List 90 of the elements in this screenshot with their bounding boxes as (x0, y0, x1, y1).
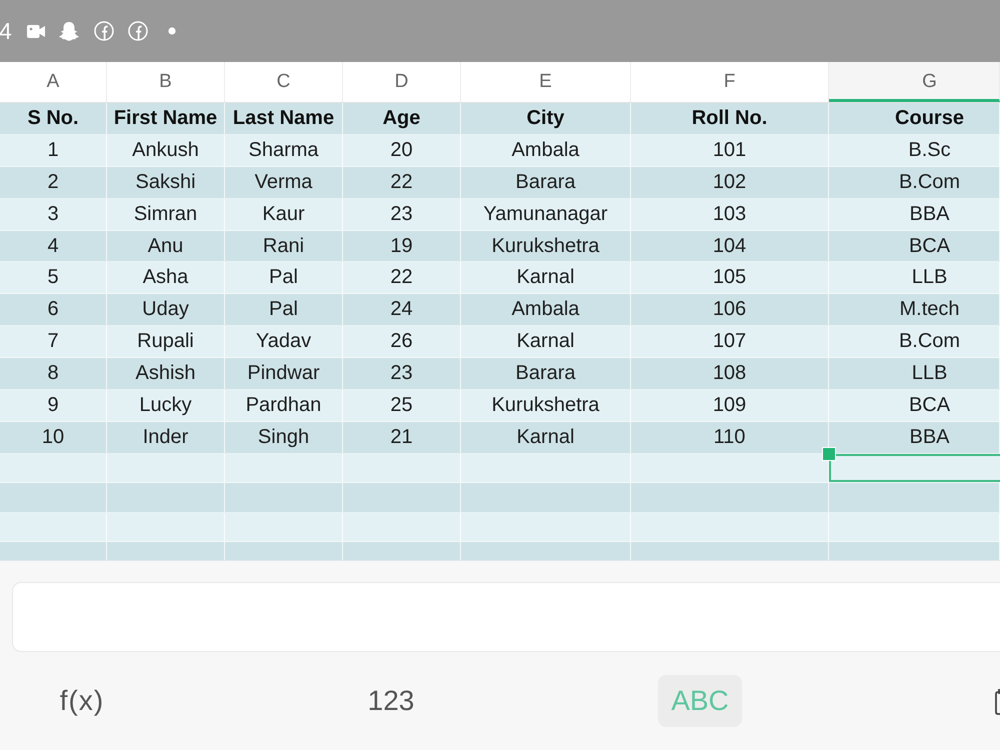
table-cell: 9 (0, 390, 107, 421)
table-cell: 109 (631, 390, 829, 421)
table-cell: 3 (0, 198, 107, 230)
table-cell: Ambala (461, 134, 631, 166)
table-cell: Simran (107, 198, 225, 230)
table-cell: Roll No. (631, 103, 829, 134)
calendar-icon[interactable] (995, 687, 1000, 715)
table-cell: 1 (0, 134, 107, 166)
table-cell: 22 (343, 262, 461, 294)
table-cell: 6 (0, 294, 107, 326)
input-mode-tab[interactable]: 123 (349, 675, 433, 727)
table-cell: BCA (829, 390, 1000, 421)
table-cell: Verma (225, 166, 343, 198)
table-cell: Kaur (225, 198, 343, 230)
table-cell: 2 (0, 166, 107, 198)
table-cell: 5 (0, 262, 107, 294)
table-cell: B.Com (829, 166, 1000, 198)
table-cell: 4 (0, 230, 107, 262)
table-cell: B.Sc (829, 134, 1000, 166)
table-cell: 108 (631, 358, 829, 390)
table-cell: 23 (343, 198, 461, 230)
table-cell: 25 (343, 390, 461, 421)
video-camera-icon (26, 24, 45, 38)
table-cell: BBA (829, 198, 1000, 230)
table-cell: Singh (225, 422, 343, 453)
table-cell: Pal (225, 262, 343, 294)
table-cell: Pardhan (225, 390, 343, 421)
table-cell: Karnal (461, 326, 631, 358)
table-cell: Last Name (225, 103, 343, 134)
table-cell: Ashish (107, 358, 225, 390)
table-cell: Barara (461, 358, 631, 390)
table-cell: Barara (461, 166, 631, 198)
table-cell: 107 (631, 326, 829, 358)
column-header[interactable]: D (343, 62, 461, 102)
table-cell: Ankush (107, 134, 225, 166)
table-cell: B.Com (829, 326, 1000, 358)
column-header[interactable]: B (107, 62, 225, 102)
table-cell: Yamunanagar (461, 198, 631, 230)
table-cell: Rani (225, 230, 343, 262)
table-cell: 104 (631, 230, 829, 262)
table-cell: Pal (225, 294, 343, 326)
table-cell: Anu (107, 230, 225, 262)
table-cell: Ambala (461, 294, 631, 326)
table-cell: 21 (343, 422, 461, 453)
table-cell: 105 (631, 262, 829, 294)
table-cell: Sharma (225, 134, 343, 166)
table-cell: M.tech (829, 294, 1000, 326)
circled-f-icon (128, 21, 148, 41)
table-cell: Sakshi (107, 166, 225, 198)
column-header[interactable]: G (829, 62, 1000, 102)
column-header[interactable]: C (225, 62, 343, 102)
table-cell: Uday (107, 294, 225, 326)
circled-f-icon (94, 21, 114, 41)
table-cell: Age (343, 103, 461, 134)
table-cell: Kurukshetra (461, 390, 631, 421)
dot-icon (168, 27, 176, 35)
column-header[interactable]: E (461, 62, 631, 102)
table-cell: S No. (0, 103, 107, 134)
table-cell: Course (829, 103, 1000, 134)
selection-handle-icon[interactable] (822, 446, 836, 461)
table-cell: Karnal (461, 262, 631, 294)
table-cell: 20 (343, 134, 461, 166)
table-cell: First Name (107, 103, 225, 134)
table-cell: LLB (829, 262, 1000, 294)
table-cell: LLB (829, 358, 1000, 390)
input-mode-tab[interactable]: f(x) (40, 675, 124, 727)
table-cell: 106 (631, 294, 829, 326)
table-cell: 101 (631, 134, 829, 166)
table-cell: 24 (343, 294, 461, 326)
table-cell: 26 (343, 326, 461, 358)
table-cell: 103 (631, 198, 829, 230)
table-cell: Asha (107, 262, 225, 294)
table-cell: City (461, 103, 631, 134)
table-cell: 23 (343, 358, 461, 390)
table-cell: Inder (107, 422, 225, 453)
table-cell: 7 (0, 326, 107, 358)
table-cell: Yadav (225, 326, 343, 358)
table-cell: 8 (0, 358, 107, 390)
table-cell: BCA (829, 230, 1000, 262)
table-cell: 19 (343, 230, 461, 262)
column-header[interactable]: A (0, 62, 107, 102)
table-cell: Lucky (107, 390, 225, 421)
table-cell: 102 (631, 166, 829, 198)
table-cell: 10 (0, 422, 107, 453)
table-cell: Karnal (461, 422, 631, 453)
table-cell: Pindwar (225, 358, 343, 390)
ghost-icon (58, 21, 79, 41)
table-cell: 22 (343, 166, 461, 198)
table-cell: Rupali (107, 326, 225, 358)
table-cell: Kurukshetra (461, 230, 631, 262)
